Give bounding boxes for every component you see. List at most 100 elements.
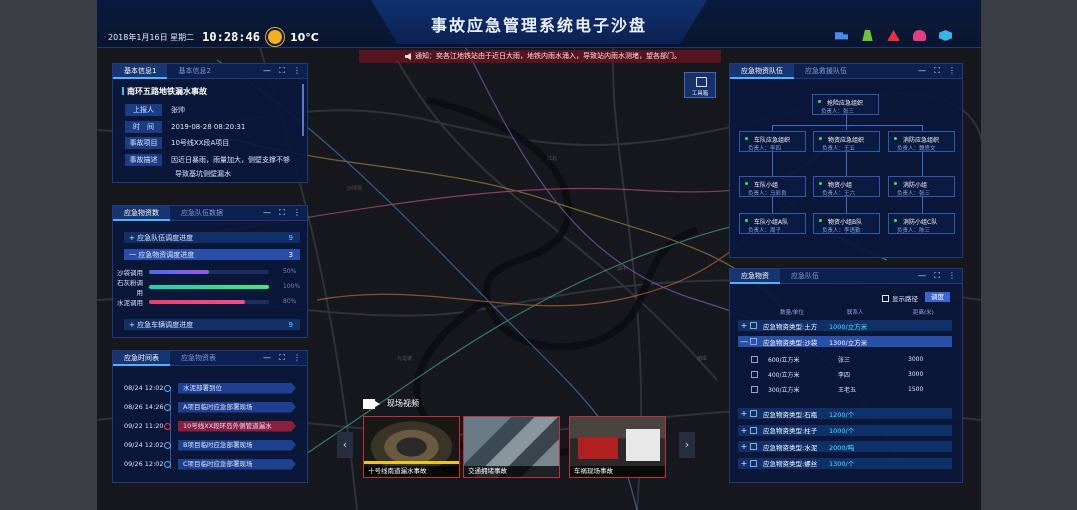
- expand-icon[interactable]: +: [738, 321, 750, 330]
- scrollbar[interactable]: [302, 84, 304, 136]
- more-icon[interactable]: ⋮: [293, 354, 301, 362]
- status-dot: [745, 137, 748, 140]
- checkbox[interactable]: [750, 338, 757, 345]
- timeline-dot: [164, 441, 171, 449]
- org-node[interactable]: 物资小组B队 负责人：李语勤: [813, 213, 880, 234]
- tab-materials[interactable]: 应急物资数: [113, 205, 170, 221]
- app-frame: 沙坪坝江北 渝中九龙坡 南岸大渡口 事故应急管理系统电子沙盘 2018年1月16…: [97, 0, 981, 510]
- checkbox[interactable]: [751, 355, 758, 363]
- show-route-toggle[interactable]: 显示路径: [882, 293, 918, 303]
- minimize-icon[interactable]: —: [263, 209, 271, 217]
- org-node[interactable]: 消防小组C队 负责人：陈三: [888, 213, 955, 234]
- tab-rescue-teams[interactable]: 应急救援队伍: [794, 64, 858, 79]
- timeline-row[interactable]: 09/24 12:02 B项目临时应急部署现场: [124, 439, 296, 451]
- tab-teams[interactable]: 应急队伍: [780, 269, 830, 284]
- minimize-icon[interactable]: —: [263, 354, 271, 362]
- tab-basic-info-1[interactable]: 基本信息1: [113, 63, 168, 79]
- minimize-icon[interactable]: —: [918, 67, 926, 75]
- org-connector: [846, 197, 847, 213]
- progress-bar-lime: 石灰粉调用 100%: [113, 279, 300, 297]
- org-node[interactable]: 车队应急组织 负责人：李四: [739, 131, 806, 152]
- video-thumb-traffic[interactable]: 交通拥堵事故: [463, 416, 560, 478]
- tab-teams[interactable]: 应急队伍数据: [170, 206, 234, 221]
- checkbox[interactable]: [750, 322, 757, 329]
- worker-icon[interactable]: [862, 30, 873, 41]
- supplies-tabs: 应急物资 应急队伍 — ⛶ ⋮: [730, 268, 962, 284]
- warning-icon[interactable]: [887, 30, 900, 41]
- video-next-button[interactable]: ›: [679, 432, 695, 458]
- supply-subrow[interactable]: 300/立方米 王老五 1500: [751, 383, 951, 395]
- cube-icon[interactable]: [939, 30, 952, 41]
- maximize-icon[interactable]: ⛶: [278, 354, 286, 362]
- timeline-row[interactable]: 09/26 12:02 C项目临时应急部署现场: [124, 458, 296, 470]
- org-node[interactable]: 抢险应急组织 负责人：张三: [812, 94, 879, 115]
- checkbox[interactable]: [751, 370, 758, 378]
- dispatch-button[interactable]: 调度: [925, 292, 950, 302]
- tab-material-table[interactable]: 应急物资表: [170, 351, 227, 366]
- maximize-icon[interactable]: ⛶: [933, 67, 941, 75]
- more-icon[interactable]: ⋮: [948, 67, 956, 75]
- timeline-row[interactable]: 08/26 14:26 A项目临时应急部署现场: [124, 401, 296, 413]
- info-row-project: 事故项目 10号线XX段A项目: [125, 137, 229, 149]
- org-node[interactable]: 车队小组 负责人：马彩良: [739, 176, 806, 197]
- checkbox[interactable]: [750, 459, 757, 467]
- tab-basic-info-2[interactable]: 基本信息2: [167, 64, 221, 79]
- tab-supplies[interactable]: 应急物资: [730, 268, 780, 284]
- supply-row[interactable]: + 应急物资类型:水泥 2000/吨: [738, 441, 952, 452]
- minimize-icon[interactable]: —: [918, 272, 926, 280]
- minimize-icon[interactable]: —: [263, 67, 271, 75]
- toolbox-button[interactable]: 工具箱: [684, 72, 716, 98]
- supply-row[interactable]: + 应急物资类型:螺丝 1300/个: [738, 457, 952, 469]
- collapse-icon[interactable]: —: [738, 337, 750, 346]
- expand-icon[interactable]: +: [738, 409, 750, 418]
- supply-row[interactable]: + 应急物资类型:柱子 1000/个: [738, 424, 952, 436]
- more-icon[interactable]: ⋮: [293, 67, 301, 75]
- bar-fill: [149, 284, 269, 289]
- more-icon[interactable]: ⋮: [948, 272, 956, 280]
- expand-icon[interactable]: +: [738, 442, 750, 451]
- checkbox[interactable]: [750, 443, 757, 450]
- org-node-name: 车队应急组织: [754, 137, 791, 144]
- expand-icon[interactable]: +: [738, 426, 750, 435]
- progress-row-teams[interactable]: + 应急队伍调度进度 9: [124, 232, 300, 243]
- org-node[interactable]: 物资应急组织 负责人：王五: [813, 131, 880, 152]
- maximize-icon[interactable]: ⛶: [278, 209, 286, 217]
- more-icon[interactable]: ⋮: [293, 209, 301, 217]
- checkbox[interactable]: [750, 426, 757, 434]
- people-icon[interactable]: [913, 30, 926, 41]
- org-connector: [922, 197, 923, 213]
- checkbox[interactable]: [750, 410, 757, 417]
- progress-row-materials[interactable]: 一 应急物资调度进度 3: [124, 249, 300, 260]
- truck-icon[interactable]: [835, 32, 848, 40]
- tab-material-teams[interactable]: 应急物资队伍: [730, 63, 794, 79]
- video-thumb-tunnel[interactable]: 十号线南道漏水事故: [363, 416, 460, 478]
- org-node[interactable]: 物资小组 负责人：王六: [813, 176, 880, 197]
- supply-subrow[interactable]: 600/立方米 张三 3000: [751, 353, 951, 365]
- svg-text:沙坪坝: 沙坪坝: [347, 185, 362, 192]
- tab-timeline[interactable]: 应急时间表: [113, 350, 170, 366]
- status-dot: [819, 219, 822, 222]
- row-value: 3: [288, 250, 293, 259]
- maximize-icon[interactable]: ⛶: [933, 272, 941, 280]
- video-thumb-accident[interactable]: 车祸现场事故: [569, 416, 666, 478]
- checkbox[interactable]: [751, 385, 758, 393]
- supply-row[interactable]: + 应急物资类型:土方 1000/立方米: [738, 320, 952, 331]
- bar-track: [149, 284, 269, 289]
- org-node[interactable]: 消防应急组织 负责人：魏思文: [888, 131, 955, 152]
- status-dot: [894, 182, 897, 185]
- supply-row[interactable]: — 应急物资类型:沙袋 1300/立方米: [738, 336, 952, 347]
- progress-row-vehicles[interactable]: + 应急车辆调度进度 9: [124, 319, 300, 330]
- info-key: 时 间: [125, 121, 162, 133]
- checkbox[interactable]: [882, 294, 889, 302]
- video-prev-button[interactable]: ‹: [337, 432, 353, 458]
- timeline-row[interactable]: 09/22 11:20 10号线XX段环岛外侧管道漏水: [124, 420, 296, 432]
- supply-subrow[interactable]: 400/立方米 李四 3000: [751, 368, 951, 380]
- org-node-leader: 负责人：魏思文: [897, 146, 936, 152]
- timeline-row[interactable]: 08/24 12:02 水泥部署到位: [124, 382, 296, 394]
- info-value: 2019-08-28 08:20:31: [171, 123, 246, 131]
- supply-row[interactable]: + 应急物资类型:石瓶 1200/个: [738, 408, 952, 419]
- org-node[interactable]: 车队小组A队 负责人：周子: [739, 213, 806, 234]
- org-node[interactable]: 消防小组 负责人：张三: [888, 176, 955, 197]
- maximize-icon[interactable]: ⛶: [278, 67, 286, 75]
- expand-icon[interactable]: +: [738, 459, 750, 468]
